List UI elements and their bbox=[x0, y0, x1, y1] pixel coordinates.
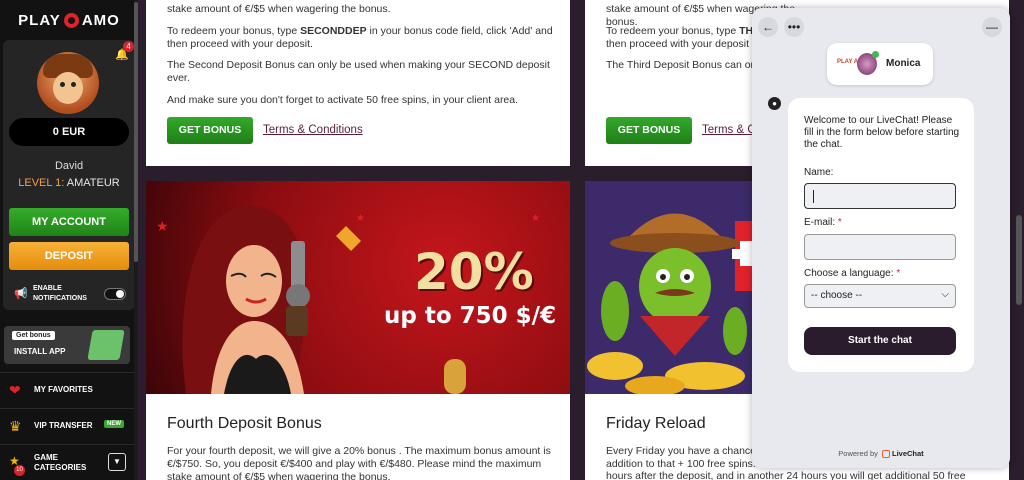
sidebar-scrollbar[interactable] bbox=[134, 0, 138, 480]
get-bonus-tag: Get bonus bbox=[12, 331, 55, 340]
sidebar-item-label: GAME CATEGORIES bbox=[34, 453, 87, 472]
sidebar-item-vip-transfer[interactable]: ♛ VIP TRANSFER NEW bbox=[0, 408, 138, 442]
language-select[interactable]: -- choose -- ⌵ bbox=[804, 284, 956, 308]
chip-icon bbox=[63, 12, 79, 28]
get-bonus-button[interactable]: GET BONUS bbox=[606, 117, 692, 144]
svg-text:★: ★ bbox=[356, 213, 365, 224]
sidebar-item-label: MY FAVORITES bbox=[34, 385, 93, 394]
chevron-down-icon[interactable]: ▼ bbox=[108, 453, 126, 471]
friday-reload-banner[interactable] bbox=[585, 181, 752, 394]
new-badge: NEW bbox=[104, 420, 124, 428]
email-field[interactable] bbox=[804, 234, 956, 260]
page-scrollbar[interactable] bbox=[1016, 215, 1022, 305]
fourth-deposit-card: Fourth Deposit Bonus For your fourth dep… bbox=[146, 394, 570, 480]
start-chat-button[interactable]: Start the chat bbox=[804, 327, 956, 355]
bonus-percent-text: 20% bbox=[414, 243, 534, 301]
categories-count-badge: 10 bbox=[14, 465, 25, 476]
my-account-button[interactable]: MY ACCOUNT bbox=[9, 208, 129, 236]
deposit-button[interactable]: DEPOSIT bbox=[9, 242, 129, 270]
prechat-form: Welcome to our LiveChat! Please fill in … bbox=[788, 98, 974, 372]
notification-count-badge: 4 bbox=[123, 41, 134, 52]
card-text-spins: And make sure you don't forget to activa… bbox=[167, 94, 519, 106]
more-options-icon[interactable]: ••• bbox=[784, 17, 804, 37]
online-status-icon bbox=[872, 51, 879, 58]
level-prefix: LEVEL 1: bbox=[18, 177, 65, 189]
chevron-down-icon: ⌵ bbox=[941, 289, 949, 300]
notifications-toggle[interactable] bbox=[104, 288, 126, 300]
card-text-partial: stake amount of €/$5 when wagering the b… bbox=[167, 3, 391, 15]
sidebar-item-favorites[interactable]: ❤ MY FAVORITES bbox=[0, 372, 138, 406]
user-icon: ● bbox=[768, 97, 781, 110]
get-bonus-button[interactable]: GET BONUS bbox=[167, 117, 253, 144]
terms-link[interactable]: Terms & Conditions bbox=[263, 124, 363, 136]
welcome-message: Welcome to our LiveChat! Please fill in … bbox=[804, 115, 960, 150]
email-label: E-mail: * bbox=[804, 217, 842, 228]
notifications-label: ENABLE NOTIFICATIONS bbox=[33, 285, 87, 302]
svg-text:★: ★ bbox=[531, 213, 540, 224]
user-level: LEVEL 1: AMATEUR bbox=[3, 177, 135, 189]
card-text-redeem: To redeem your bonus, type SECONDDEP in … bbox=[167, 25, 553, 50]
avatar[interactable] bbox=[37, 52, 99, 114]
livechat-logo-icon bbox=[882, 450, 890, 459]
powered-by-footer[interactable]: Powered by LiveChat bbox=[752, 449, 1010, 459]
logo-text-left: PLAY bbox=[18, 11, 61, 29]
name-field[interactable] bbox=[804, 183, 956, 209]
terms-link[interactable]: Terms & C bbox=[702, 124, 756, 136]
card-description: For your fourth deposit, we will give a … bbox=[167, 445, 551, 480]
phone-icon bbox=[87, 330, 125, 360]
sidebar-item-label: VIP TRANSFER bbox=[34, 421, 93, 430]
card-description-line3: hours after the deposit, and in another … bbox=[606, 470, 966, 480]
level-name: AMATEUR bbox=[66, 177, 120, 189]
heart-icon: ❤ bbox=[9, 382, 21, 398]
crown-icon: ♛ bbox=[9, 418, 22, 434]
card-title: Fourth Deposit Bonus bbox=[167, 415, 322, 432]
agent-card: PLAY AMO Monica bbox=[827, 43, 933, 85]
enable-notifications-row: 📢 ENABLE NOTIFICATIONS bbox=[11, 284, 131, 304]
language-label: Choose a language: * bbox=[804, 268, 901, 279]
playamo-logo[interactable]: PLAY AMO bbox=[0, 0, 138, 40]
card-title: Friday Reload bbox=[606, 415, 706, 432]
language-select-value: -- choose -- bbox=[811, 290, 863, 301]
fourth-deposit-banner[interactable]: ★ ★ ★ 20% up to 750 $/€ bbox=[146, 181, 570, 394]
megaphone-icon: 📢 bbox=[14, 288, 28, 300]
back-arrow-icon[interactable]: ← bbox=[758, 17, 778, 37]
sidebar-item-game-categories[interactable]: ★ 10 GAME CATEGORIES ▼ bbox=[0, 444, 138, 480]
svg-text:★: ★ bbox=[156, 218, 169, 234]
username: David bbox=[54, 160, 84, 172]
name-label: Name: bbox=[804, 167, 834, 178]
agent-name: Monica bbox=[886, 58, 921, 69]
cactus-cowboy-illustration bbox=[585, 181, 752, 394]
bonus-amount-text: up to 750 $/€ bbox=[384, 303, 557, 329]
card-text-rule: The Second Deposit Bonus can only be use… bbox=[167, 59, 550, 84]
livechat-widget: ← ••• — PLAY AMO Monica ● Welcome to our… bbox=[752, 8, 1010, 468]
install-app-label: INSTALL APP bbox=[14, 347, 66, 356]
second-deposit-card: stake amount of €/$5 when wagering the b… bbox=[146, 0, 570, 166]
balance-display[interactable]: 0 EUR bbox=[9, 118, 129, 146]
minimize-icon[interactable]: — bbox=[982, 17, 1002, 37]
logo-text-right: AMO bbox=[81, 11, 120, 29]
install-app-banner[interactable]: Get bonus INSTALL APP bbox=[4, 326, 130, 364]
sidebar: PLAY AMO 🔔 4 0 EUR David LEVEL 1: AMATEU… bbox=[0, 0, 138, 480]
profile-panel: 🔔 4 0 EUR David LEVEL 1: AMATEUR MY ACCO… bbox=[3, 40, 135, 310]
